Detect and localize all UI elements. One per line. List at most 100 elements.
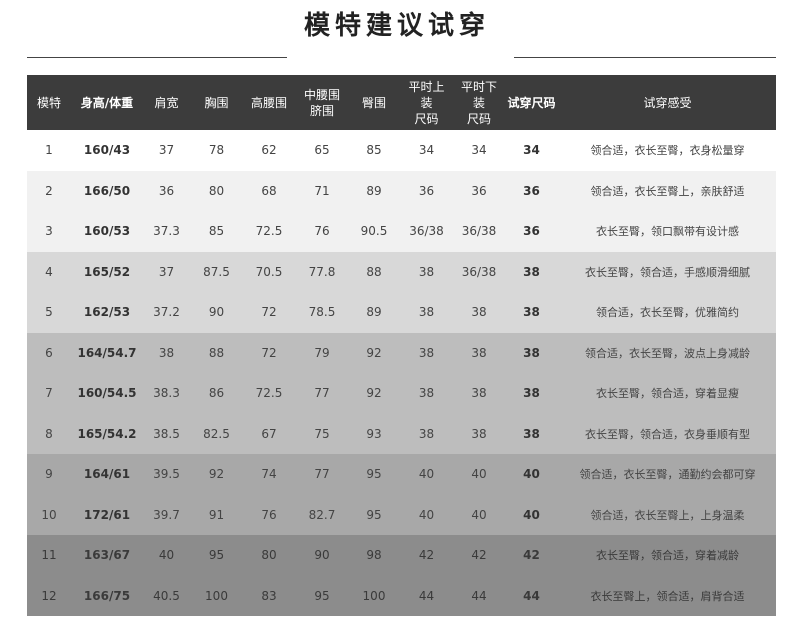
cell-hip: 100 [349, 575, 399, 616]
table-row: 10 172/61 39.7 91 76 82.7 95 40 40 40 领合适，衣长至臀上，上身… [27, 494, 776, 535]
cell-top-size: 38 [399, 292, 454, 333]
cell-try-size: 38 [504, 292, 559, 333]
cell-bust: 88 [190, 332, 243, 373]
cell-top-size: 34 [399, 130, 454, 171]
cell-shoulder: 37 [143, 251, 190, 292]
cell-hip: 89 [349, 292, 399, 333]
cell-feel: 衣长至臀，领合适，衣身垂顺有型 [559, 413, 776, 454]
cell-height-weight: 163/67 [71, 535, 143, 576]
header-hip: 臀围 [349, 75, 399, 130]
cell-high-waist: 70.5 [243, 251, 295, 292]
table-header-row: 模特 身高/体重 肩宽 胸围 高腰围 中腰围 脐围 臀围 平时上 装 尺码 平时… [27, 75, 776, 130]
cell-top-size: 38 [399, 332, 454, 373]
table-row: 1 160/43 37 78 62 65 85 34 34 34 领合适，衣长至臀，衣身松量穿 [27, 130, 776, 171]
cell-model: 1 [27, 130, 71, 171]
cell-feel: 领合适，衣长至臀，优雅简约 [559, 292, 776, 333]
cell-top-size: 36 [399, 170, 454, 211]
cell-model: 3 [27, 211, 71, 252]
cell-hip: 92 [349, 373, 399, 414]
cell-model: 10 [27, 494, 71, 535]
cell-top-size: 42 [399, 535, 454, 576]
cell-hip: 88 [349, 251, 399, 292]
cell-model: 11 [27, 535, 71, 576]
cell-mid-waist: 76 [295, 211, 349, 252]
cell-feel: 衣长至臀上，领合适，肩背合适 [559, 575, 776, 616]
header-high-waist: 高腰围 [243, 75, 295, 130]
cell-height-weight: 164/61 [71, 454, 143, 495]
header-bottom-line2: 装 [472, 95, 485, 110]
cell-bottom-size: 34 [454, 130, 504, 171]
cell-mid-waist: 78.5 [295, 292, 349, 333]
page-title: 模特建议试穿 [303, 11, 490, 41]
cell-bottom-size: 36/38 [454, 251, 504, 292]
cell-height-weight: 160/53 [71, 211, 143, 252]
cell-top-size: 38 [399, 413, 454, 454]
header-mid-waist-line2: 脐围 [309, 103, 334, 118]
cell-feel: 领合适，衣长至臀上，上身温柔 [559, 494, 776, 535]
cell-try-size: 38 [504, 413, 559, 454]
cell-bottom-size: 40 [454, 454, 504, 495]
cell-bust: 82.5 [190, 413, 243, 454]
cell-model: 2 [27, 170, 71, 211]
cell-top-size: 36/38 [399, 211, 454, 252]
cell-try-size: 34 [504, 130, 559, 171]
cell-top-size: 38 [399, 373, 454, 414]
cell-high-waist: 72 [243, 332, 295, 373]
cell-model: 4 [27, 251, 71, 292]
cell-bottom-size: 38 [454, 413, 504, 454]
cell-height-weight: 160/54.5 [71, 373, 143, 414]
cell-shoulder: 38 [143, 332, 190, 373]
cell-mid-waist: 65 [295, 130, 349, 171]
header-shoulder: 肩宽 [143, 75, 190, 130]
cell-bust: 78 [190, 130, 243, 171]
cell-height-weight: 165/54.2 [71, 413, 143, 454]
cell-mid-waist: 75 [295, 413, 349, 454]
cell-height-weight: 166/50 [71, 170, 143, 211]
cell-top-size: 44 [399, 575, 454, 616]
cell-bottom-size: 40 [454, 494, 504, 535]
cell-bottom-size: 38 [454, 292, 504, 333]
cell-high-waist: 72 [243, 292, 295, 333]
header-mid-waist: 中腰围 脐围 [295, 75, 349, 130]
cell-feel: 领合适，衣长至臀，通勤约会都可穿 [559, 454, 776, 495]
cell-feel: 领合适，衣长至臀上，亲肤舒适 [559, 170, 776, 211]
cell-shoulder: 38.3 [143, 373, 190, 414]
cell-mid-waist: 77 [295, 454, 349, 495]
header-try-size: 试穿尺码 [504, 75, 559, 130]
cell-high-waist: 72.5 [243, 211, 295, 252]
cell-shoulder: 37.3 [143, 211, 190, 252]
cell-feel: 领合适，衣长至臀，衣身松量穿 [559, 130, 776, 171]
header-top-line1: 平时上 [408, 79, 445, 94]
cell-try-size: 38 [504, 251, 559, 292]
cell-hip: 93 [349, 413, 399, 454]
cell-hip: 85 [349, 130, 399, 171]
cell-mid-waist: 79 [295, 332, 349, 373]
cell-bottom-size: 42 [454, 535, 504, 576]
cell-bust: 91 [190, 494, 243, 535]
cell-mid-waist: 90 [295, 535, 349, 576]
cell-height-weight: 166/75 [71, 575, 143, 616]
header-feel: 试穿感受 [559, 75, 776, 130]
cell-mid-waist: 82.7 [295, 494, 349, 535]
cell-try-size: 42 [504, 535, 559, 576]
table-row: 12 166/75 40.5 100 83 95 100 44 44 44 衣长至臀上，领合适，肩背… [27, 575, 776, 616]
cell-height-weight: 165/52 [71, 251, 143, 292]
header-top-line3: 尺码 [414, 111, 439, 126]
cell-bottom-size: 36/38 [454, 211, 504, 252]
header-top-line2: 装 [420, 95, 433, 110]
cell-feel: 衣长至臀，领口飘带有设计感 [559, 211, 776, 252]
cell-hip: 90.5 [349, 211, 399, 252]
cell-model: 12 [27, 575, 71, 616]
cell-mid-waist: 95 [295, 575, 349, 616]
cell-shoulder: 39.7 [143, 494, 190, 535]
cell-mid-waist: 77.8 [295, 251, 349, 292]
cell-bottom-size: 38 [454, 332, 504, 373]
table-row: 6 164/54.7 38 88 72 79 92 38 38 38 领合适，衣长至臀，波点上身减龄 [27, 332, 776, 373]
cell-model: 6 [27, 332, 71, 373]
cell-try-size: 38 [504, 332, 559, 373]
cell-height-weight: 172/61 [71, 494, 143, 535]
table-row: 8 165/54.2 38.5 82.5 67 75 93 38 38 38 衣长至臀，领合适，衣身… [27, 413, 776, 454]
cell-hip: 95 [349, 494, 399, 535]
table-row: 5 162/53 37.2 90 72 78.5 89 38 38 38 领合适，衣长至臀，优雅简约 [27, 292, 776, 333]
cell-shoulder: 38.5 [143, 413, 190, 454]
